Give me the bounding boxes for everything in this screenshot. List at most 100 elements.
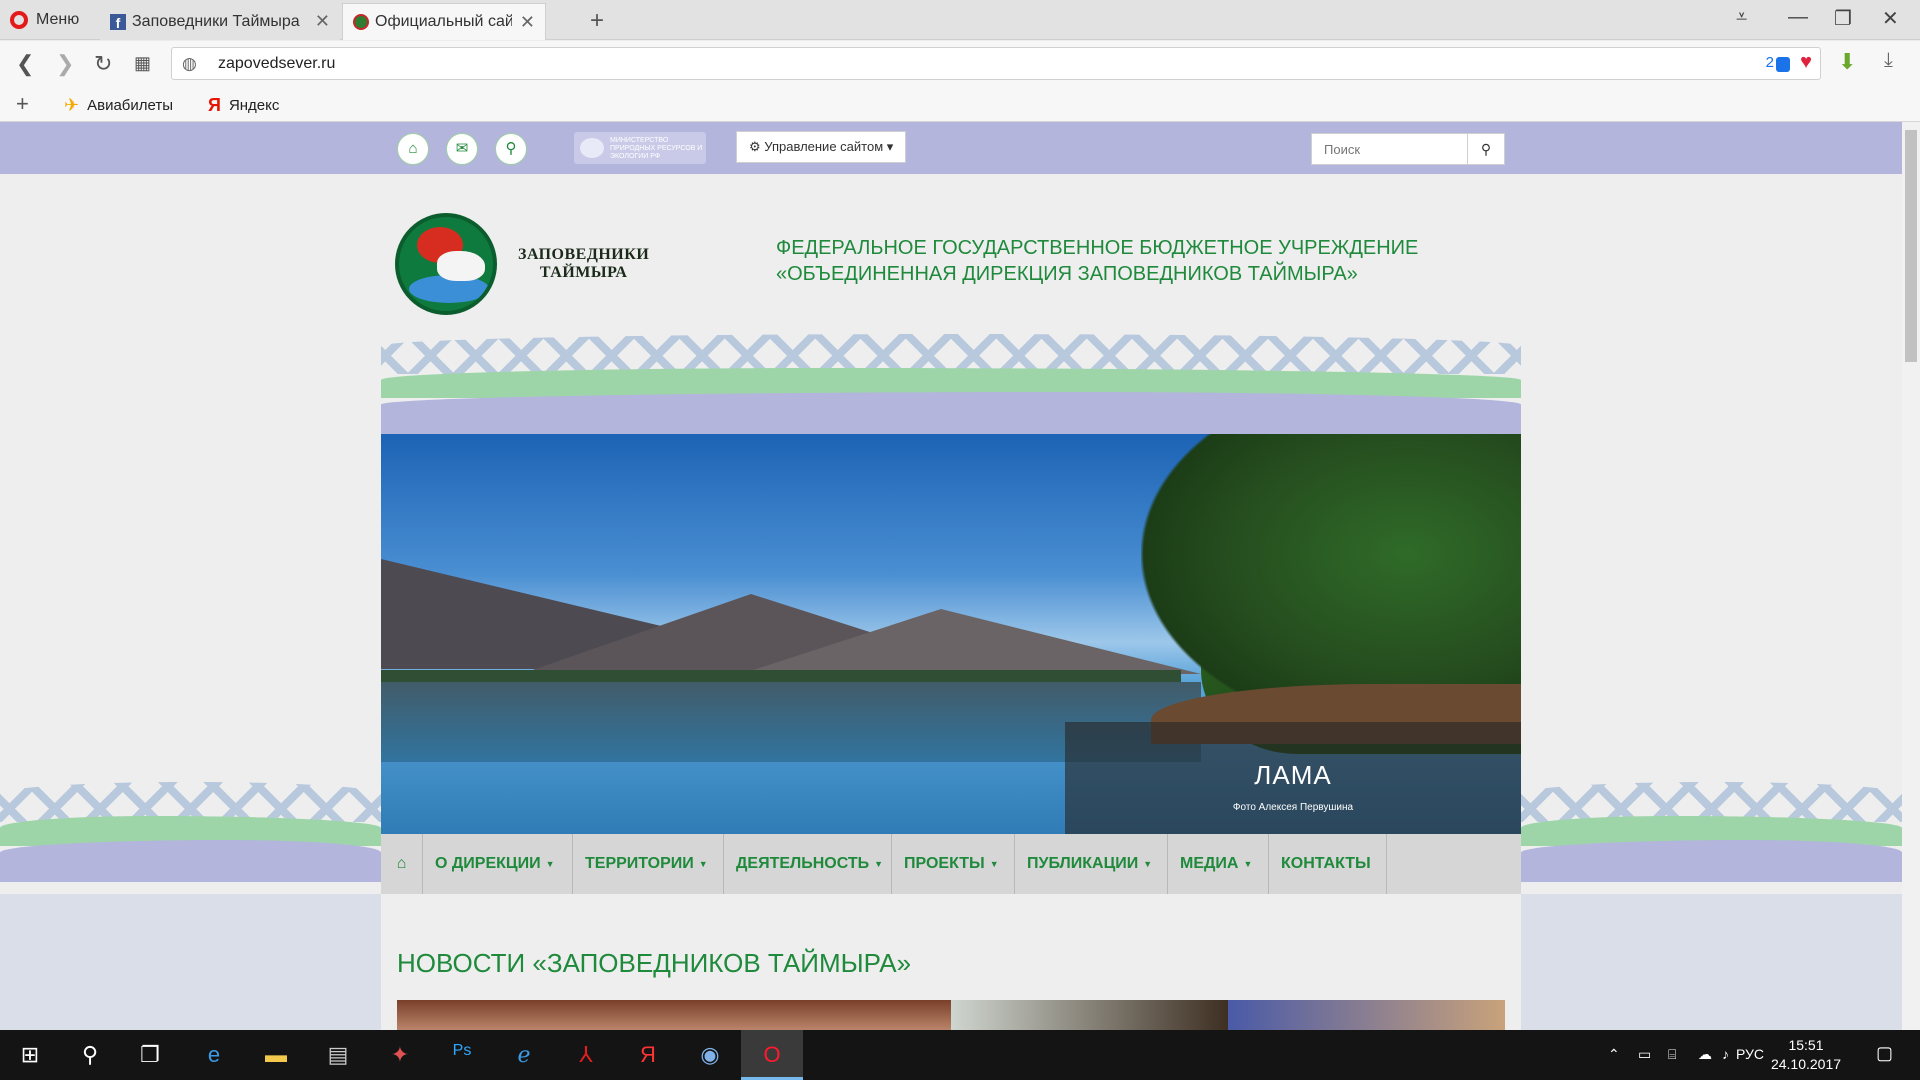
battery-icon[interactable]: ▭ [1638,1046,1651,1063]
news-image[interactable] [1228,1000,1505,1030]
yandex-browser-icon[interactable]: Я [628,1042,668,1068]
menu-item-activity[interactable]: ДЕЯТЕЛЬНОСТЬ ▼ [724,834,892,894]
bookmark-yandex[interactable]: Я Яндекс [208,95,279,116]
search-icon[interactable]: ⚲ [70,1042,110,1068]
bookmark-label: Авиабилеты [87,97,174,114]
menu-item-projects[interactable]: ПРОЕКТЫ ▼ [892,834,1015,894]
menu-label: О ДИРЕКЦИИ [435,855,541,872]
agency-title: ФЕДЕРАЛЬНОЕ ГОСУДАРСТВЕННОЕ БЮДЖЕТНОЕ УЧ… [776,235,1418,287]
news-section: НОВОСТИ «ЗАПОВЕДНИКОВ ТАЙМЫРА» [381,894,1521,1030]
menu-item-publications[interactable]: ПУБЛИКАЦИИ ▼ [1015,834,1168,894]
opera-logo-icon [10,11,28,29]
facebook-icon: f [110,13,126,31]
gears-icon: ⚙ [749,139,761,154]
menu-label: ПРОЕКТЫ [904,855,985,872]
windows-start-icon[interactable]: ⊞ [10,1042,50,1068]
file-explorer-icon[interactable]: ▬ [256,1042,296,1068]
menu-label: МЕДИА [1180,855,1239,872]
logo-text[interactable]: ЗАПОВЕДНИКИ ТАЙМЫРА [518,246,649,282]
tab-bar: Меню f Заповедники Таймыра ✕ Официальный… [0,0,1920,40]
language-indicator[interactable]: РУС [1736,1046,1764,1062]
opera-menu-button[interactable]: Меню [10,9,79,31]
news-image[interactable] [397,1000,951,1030]
url-field[interactable]: ◍ zapovedsever.ru 2 ♥ [171,47,1821,80]
menu-label: Меню [36,11,80,28]
restore-button[interactable]: ❐ [1834,6,1852,31]
url-text: zapovedsever.ru [218,55,336,72]
tab-official-site[interactable]: Официальный сайт «Фед ✕ [342,3,546,40]
tab-label: Заповедники Таймыра [132,12,300,30]
home-icon[interactable]: ⌂ [397,133,429,165]
cloud-icon[interactable]: ☁ [1698,1046,1712,1063]
tab-facebook[interactable]: f Заповедники Таймыра ✕ [100,3,340,40]
download-extension-icon[interactable]: ⬇ [1838,49,1856,75]
slide-title: ЛАМА [1254,760,1332,790]
caret-down-icon: ▼ [1243,859,1253,869]
caret-down-icon: ▼ [874,859,884,869]
yandex-icon: Я [208,95,221,115]
ministry-logo[interactable]: МИНИСТЕРСТВО ПРИРОДНЫХ РЕСУРСОВ И ЭКОЛОГ… [574,132,706,164]
clock-date: 24.10.2017 [1770,1056,1842,1072]
opera-taskbar-button[interactable]: O [741,1030,803,1080]
manage-label: Управление сайтом [764,139,884,154]
notifications-icon[interactable]: ▢ [1876,1043,1893,1064]
ornament-band-top [381,334,1521,434]
mail-icon[interactable]: ✉ [446,133,478,165]
menu-home-icon[interactable]: ⌂ [381,834,423,894]
polar-bear-icon [437,251,485,281]
plane-icon: ✈ [64,95,80,115]
minimize-button[interactable]: — [1788,6,1808,29]
opera-icon: O [763,1042,781,1067]
menu-item-about[interactable]: О ДИРЕКЦИИ ▼ [423,834,573,894]
menu-item-contacts[interactable]: КОНТАКТЫ [1269,834,1387,894]
caret-down-icon: ▼ [545,859,555,869]
speed-dial-icon[interactable]: ▦ [134,53,151,74]
forward-icon[interactable]: ❯ [56,51,74,77]
menu-label: ДЕЯТЕЛЬНОСТЬ [736,855,870,872]
app-globe-icon[interactable]: ◉ [690,1042,730,1068]
page-viewport: ⌂ ✉ ⚲ МИНИСТЕРСТВО ПРИРОДНЫХ РЕСУРСОВ И … [0,122,1902,1030]
app-icon[interactable]: ▤ [318,1042,358,1068]
logo-line-2: ТАЙМЫРА [539,264,628,281]
downloads-icon[interactable]: ⤓ [1884,49,1893,72]
task-view-icon[interactable]: ❐ [130,1042,170,1068]
app-red-icon[interactable]: ✦ [380,1042,420,1068]
site-favicon-icon [353,14,369,30]
news-image[interactable] [951,1000,1228,1030]
globe-icon: ◍ [182,54,197,73]
site-logo[interactable] [395,213,497,315]
network-icon[interactable]: ⌸ [1668,1046,1676,1063]
page-scrollbar[interactable] [1902,122,1920,1030]
window-close-button[interactable]: ✕ [1882,6,1899,31]
close-icon[interactable]: ✕ [315,11,330,32]
bookmark-label: Яндекс [228,97,280,114]
manage-site-dropdown[interactable]: ⚙ Управление сайтом ▾ [736,131,907,163]
address-bar: ❮ ❯ ↻ ▦ ◍ zapovedsever.ru 2 ♥ ⬇ ⤓ [0,41,1920,87]
reload-icon[interactable]: ↻ [94,51,112,77]
search-icon[interactable]: ⚲ [1467,133,1505,165]
location-pin-icon[interactable]: ⚲ [495,133,527,165]
photoshop-icon[interactable]: Ps [442,1042,482,1060]
clock[interactable]: 15:51 24.10.2017 [1766,1036,1846,1074]
clock-time: 15:51 [1788,1037,1824,1053]
close-icon[interactable]: ✕ [520,12,535,33]
emblem-icon [580,138,604,158]
new-tab-button[interactable]: + [590,7,604,35]
back-icon[interactable]: ❮ [16,51,34,77]
heart-icon[interactable]: ♥ [1800,51,1812,74]
menu-item-media[interactable]: МЕДИА ▼ [1168,834,1269,894]
menu-label: ПУБЛИКАЦИИ [1027,855,1139,872]
tab-menu-icon[interactable]: ⩡ [1736,6,1747,29]
scrollbar-thumb[interactable] [1905,130,1917,362]
bookmark-aviabilety[interactable]: ✈ Авиабилеты [64,95,173,116]
add-bookmark-icon[interactable]: + [16,91,29,117]
volume-icon[interactable]: ♪ [1722,1046,1729,1062]
hero-slider[interactable]: ЛАМА Фото Алексея Первушина [381,434,1521,834]
chevron-up-icon[interactable]: ⌃ [1608,1046,1620,1063]
edge-icon[interactable]: e [194,1042,234,1068]
acrobat-icon[interactable]: ⅄ [566,1042,606,1068]
chevron-down-icon: ▾ [886,139,894,154]
menu-item-territories[interactable]: ТЕРРИТОРИИ ▼ [573,834,724,894]
internet-explorer-icon[interactable]: ℯ [504,1042,544,1068]
shield-icon[interactable] [1776,57,1790,72]
